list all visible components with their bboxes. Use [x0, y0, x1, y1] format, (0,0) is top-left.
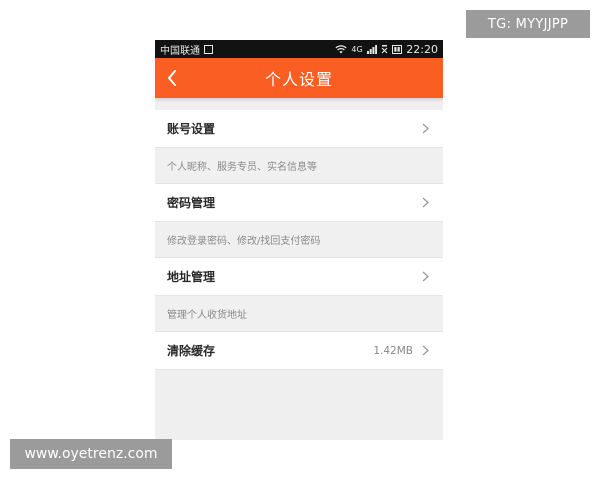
account-settings-caption: 个人昵称、服务专员、实名信息等 [155, 148, 443, 184]
settings-row-password[interactable]: 密码管理 [155, 184, 443, 222]
settings-row-clear-cache[interactable]: 清除缓存 1.42MB [155, 332, 443, 370]
battery-icon: ▮▮ [391, 44, 403, 54]
chevron-right-icon [422, 123, 429, 134]
top-spacer [155, 98, 443, 110]
chevron-left-icon[interactable] [161, 58, 183, 98]
address-management-label: 地址管理 [167, 270, 216, 284]
chevron-right-icon [422, 271, 429, 282]
cache-size-value: 1.42MB [373, 344, 413, 357]
page-title: 个人设置 [264, 70, 333, 89]
password-management-caption: 修改登录密码、修改/找回支付密码 [155, 222, 443, 258]
settings-row-account[interactable]: 账号设置 [155, 110, 443, 148]
network-label: 4G [351, 44, 363, 54]
signal-crossed-icon [381, 44, 388, 53]
carrier-label: 中国联通 [160, 45, 200, 57]
chevron-right-icon [422, 197, 429, 208]
watermark-tg: TG: MYYJJPP [466, 10, 590, 38]
status-time: 22:20 [406, 42, 438, 56]
header: 个人设置 [155, 58, 443, 98]
status-right: 4G ▮▮ 22:20 [335, 43, 438, 56]
status-bar: 中国联通 4G ▮▮ 22:20 [155, 40, 443, 58]
wifi-icon [335, 44, 348, 53]
password-management-label: 密码管理 [167, 196, 216, 210]
settings-row-address[interactable]: 地址管理 [155, 258, 443, 296]
clear-cache-label: 清除缓存 [167, 344, 216, 358]
phone-screen: 中国联通 4G ▮▮ 22:20 个人设置 账号设置 个人昵称、服务专员、实名信… [155, 40, 443, 440]
watermark-site: www.oyetrenz.com [10, 439, 172, 469]
status-left: 中国联通 [160, 42, 213, 57]
signal-icon [366, 44, 377, 54]
account-settings-label: 账号设置 [167, 122, 216, 136]
chevron-right-icon [422, 345, 429, 356]
address-management-caption: 管理个人收货地址 [155, 296, 443, 332]
sim-icon [204, 44, 213, 54]
